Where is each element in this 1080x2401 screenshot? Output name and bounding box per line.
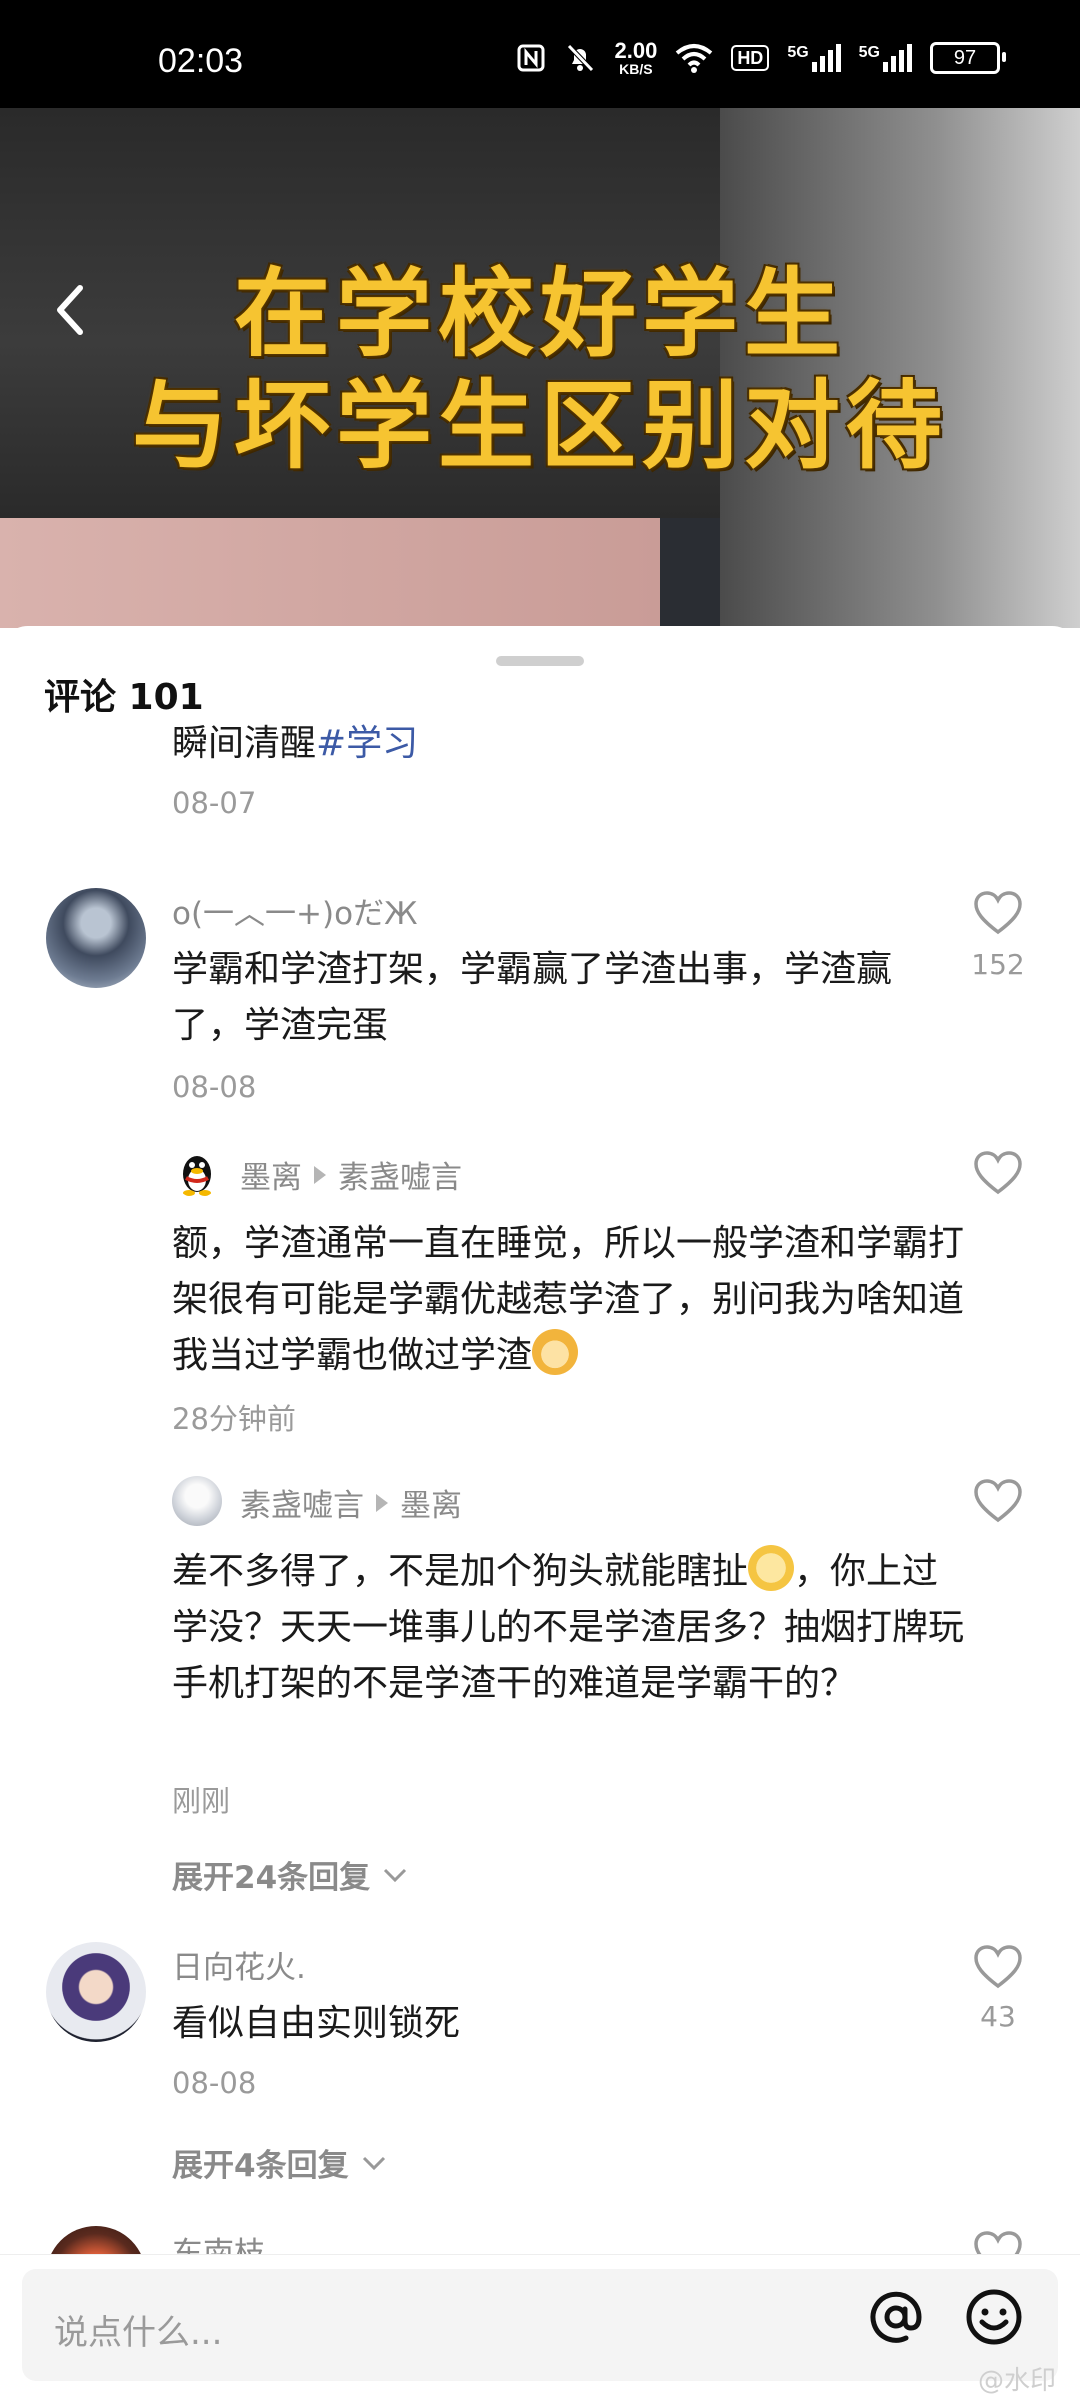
reply-to-username[interactable]: 墨离	[400, 1480, 462, 1525]
chevron-down-icon	[362, 2156, 385, 2170]
at-mention-icon[interactable]	[866, 2287, 926, 2347]
reply-text: 额，学渣通常一直在睡觉，所以一般学渣和学霸打架很有可能是学霸优越惹学渣了，别问我…	[172, 1223, 965, 1376]
comments-count: 评论 101	[44, 677, 204, 718]
comment-input-placeholder: 说点什么...	[54, 2313, 223, 2353]
watermark: @水印	[977, 2366, 1056, 2396]
reply-time: 28分钟前	[172, 1402, 296, 1436]
net-speed: 2.00 KB/S	[614, 38, 658, 77]
signal-icon-2: 5G	[859, 44, 912, 72]
reply-header: 素盏嘘言 墨离	[240, 1480, 462, 1525]
comment-username[interactable]: 日向花火.	[172, 1942, 306, 1987]
battery-icon: 97	[930, 42, 1006, 74]
mute-bell-icon	[567, 44, 595, 72]
reply-time: 刚刚	[172, 1784, 231, 1818]
comment-time: 08-07	[172, 786, 257, 820]
like-heart-icon[interactable]	[972, 1944, 1024, 1990]
reply-avatar[interactable]	[172, 1148, 222, 1198]
like-count: 43	[980, 2000, 1016, 2033]
signal-icon: 5G	[787, 44, 841, 72]
reply-username[interactable]: 墨离	[240, 1152, 302, 1197]
expand-replies-button[interactable]: 展开24条回复	[172, 1852, 408, 1897]
status-bar: 02:03 2.00 KB/S HD 5G 5G 97	[0, 0, 1080, 108]
emoji-smile-icon[interactable]	[964, 2287, 1024, 2347]
sweat-emoji-icon	[748, 1545, 795, 1591]
like-heart-icon[interactable]	[972, 1478, 1024, 1524]
comment-text: 瞬间清醒#学习	[172, 723, 419, 764]
like-heart-icon[interactable]	[972, 1150, 1024, 1196]
drag-handle[interactable]	[496, 656, 584, 666]
hd-icon: HD	[731, 45, 770, 71]
reply-header: 墨离 素盏嘘言	[240, 1152, 462, 1197]
reply-arrow-icon	[376, 1493, 388, 1512]
reply-to-username[interactable]: 素盏嘘言	[338, 1152, 462, 1197]
reply-avatar[interactable]	[172, 1476, 222, 1526]
comment-text: 学霸和学渣打架，学霸赢了学渣出事，学渣赢了，学渣完蛋	[172, 949, 893, 1046]
comment-input-bar: 说点什么... @水印	[0, 2254, 1080, 2401]
like-count: 152	[971, 948, 1025, 981]
reply-username[interactable]: 素盏嘘言	[240, 1480, 364, 1525]
expand-replies-button[interactable]: 展开4条回复	[172, 2140, 387, 2185]
comment-time: 08-08	[172, 1070, 257, 1104]
qq-penguin-icon	[183, 1156, 211, 1196]
status-time: 02:03	[158, 42, 244, 80]
dog-head-emoji-icon	[532, 1329, 579, 1375]
comment-text: 看似自由实则锁死	[172, 2003, 461, 2044]
reply-text: 差不多得了，不是加个狗头就能瞎扯 ，你上过学没？天天一堆事儿的不是学渣居多？抽烟打…	[172, 1544, 972, 1712]
video-caption: 在学校好学生 与坏学生区别对待	[132, 258, 948, 482]
comment-username[interactable]: o(一︿一+)oだЖ	[172, 888, 418, 933]
comments-sheet: 评论 101 瞬间清醒#学习 08-07 o(一︿一+)oだЖ 学霸和学渣打架，…	[0, 626, 1080, 2400]
avatar[interactable]	[46, 1942, 146, 2042]
hashtag-link[interactable]: #学习	[316, 723, 418, 764]
comment-time: 08-08	[172, 2066, 257, 2100]
nfc-icon	[517, 44, 545, 72]
reply-arrow-icon	[314, 1165, 326, 1184]
wifi-icon	[676, 44, 713, 73]
back-arrow-icon[interactable]	[46, 280, 96, 340]
like-heart-icon[interactable]	[972, 890, 1024, 936]
video-player[interactable]: 在学校好学生 与坏学生区别对待	[0, 108, 1080, 628]
chevron-down-icon	[384, 1868, 407, 1882]
avatar[interactable]	[46, 888, 146, 988]
